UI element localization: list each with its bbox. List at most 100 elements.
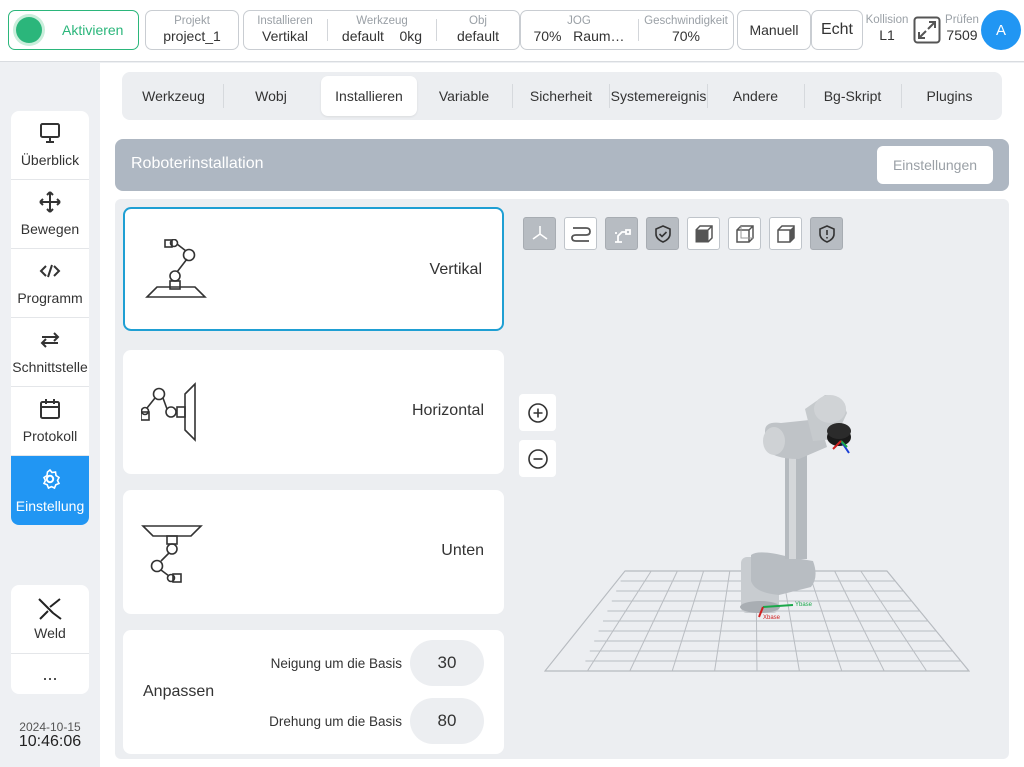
zoom-in-icon [527, 402, 548, 423]
tab-other[interactable]: Andere [708, 76, 803, 116]
mount-option-horizontal[interactable]: Horizontal [123, 350, 504, 474]
tool-value: default 0kg [328, 28, 436, 44]
avatar[interactable]: A [981, 10, 1021, 50]
sidebar-item-label: Schnittstelle [12, 359, 88, 375]
rotation-input[interactable]: 80 [410, 698, 484, 744]
sidebar-item-weld[interactable]: Weld [11, 585, 89, 654]
settings-button[interactable]: Einstellungen [877, 146, 993, 184]
jog-speed-box[interactable]: JOG 70% Raum… Geschwindigkeit 70% [520, 10, 734, 50]
sidebar-item-interface[interactable]: Schnittstelle [11, 318, 89, 387]
cube-side-icon [776, 224, 795, 243]
install-key: Installieren [257, 15, 313, 27]
gear-icon [42, 468, 61, 489]
install-tool-obj-box[interactable]: Installieren Vertikal Werkzeug default 0… [243, 10, 520, 50]
sidebar-item-overview[interactable]: Überblick [11, 111, 89, 180]
speed-key: Geschwindigkeit [644, 15, 728, 27]
speed-value: 70% [671, 28, 701, 44]
mount-option-label: Unten [441, 542, 484, 559]
tab-variable[interactable]: Variable [418, 76, 510, 116]
sidebar-item-settings[interactable]: Einstellung [11, 456, 89, 525]
code-icon [39, 264, 61, 278]
install-header: Roboterinstallation Einstellungen [115, 139, 1009, 191]
sidebar-item-label: Überblick [20, 152, 80, 168]
move-icon [39, 191, 61, 213]
check-key: Prüfen [945, 14, 979, 26]
tab-system-event[interactable]: Systemereignis [610, 76, 707, 116]
view-path-button[interactable] [564, 217, 597, 250]
rotation-row: Drehung um die Basis 80 [269, 698, 484, 744]
view-alert-button[interactable] [810, 217, 843, 250]
axes-icon [532, 225, 547, 240]
view-axes-button[interactable] [523, 217, 556, 250]
sidebar-nav: Überblick Bewegen Programm Schnittstelle… [11, 111, 89, 525]
tab-wobj[interactable]: Wobj [225, 76, 317, 116]
zoom-out-icon [527, 448, 548, 469]
project-box[interactable]: Projekt project_1 [145, 10, 239, 50]
obj-value: default [456, 28, 500, 44]
robot-horizontal-icon [141, 382, 196, 442]
install-title: Roboterinstallation [131, 155, 264, 172]
manual-button[interactable]: Manuell [737, 10, 811, 50]
sidebar-extra: Weld ... [11, 585, 89, 694]
install-value: Vertikal [262, 28, 308, 44]
zoom-in-button[interactable] [519, 394, 556, 431]
check-value: 7509 [946, 27, 978, 43]
mount-option-bottom[interactable]: Unten [123, 490, 504, 614]
sidebar-item-move[interactable]: Bewegen [11, 180, 89, 249]
jog-value: 70% Raum… [521, 28, 637, 44]
sidebar-item-label: Protokoll [22, 428, 78, 444]
zoom-out-button[interactable] [519, 440, 556, 477]
settings-tabs: Werkzeug Wobj Installieren Variable Sich… [122, 72, 1002, 120]
shield-alert-icon [818, 224, 835, 243]
path-icon [570, 226, 591, 242]
collision-indicator[interactable]: Kollision L1 [864, 14, 910, 52]
project-value: project_1 [163, 28, 221, 44]
view-robot-button[interactable] [605, 217, 638, 250]
tool-name: default [341, 28, 384, 44]
sidebar-item-log[interactable]: Protokoll [11, 387, 89, 456]
adjust-card: Anpassen Neigung um die Basis 30 Drehung… [123, 630, 504, 754]
time-text: 10:46:06 [18, 733, 82, 750]
mount-option-vertical[interactable]: Vertikal [123, 207, 504, 331]
check-indicator[interactable]: Prüfen 7509 [944, 14, 980, 52]
robot-3d-viewer[interactable]: Xbase Ybase [513, 209, 1000, 754]
tool-mass: 0kg [399, 28, 423, 44]
rotation-label: Drehung um die Basis [269, 713, 402, 729]
activate-button[interactable]: Aktivieren [8, 10, 139, 50]
weld-torch-icon [38, 598, 62, 620]
monitor-icon [40, 123, 60, 143]
install-content: Vertikal Horizontal Unten Anpassen Neigu… [115, 199, 1009, 759]
tilt-input[interactable]: 30 [410, 640, 484, 686]
tab-safety[interactable]: Sicherheit [514, 76, 608, 116]
date-text: 2024-10-15 [19, 720, 81, 734]
view-iso-button[interactable] [728, 217, 761, 250]
robot-bottom-icon [141, 525, 203, 583]
real-button[interactable]: Echt [811, 10, 863, 50]
tab-tool[interactable]: Werkzeug [126, 76, 221, 116]
tab-plugins[interactable]: Plugins [902, 76, 997, 116]
more-button[interactable]: ... [11, 654, 89, 694]
obj-key: Obj [469, 15, 487, 27]
calendar-icon [40, 399, 60, 419]
tab-install[interactable]: Installieren [321, 76, 417, 116]
x-axis-label: Xbase [763, 615, 781, 621]
collision-key: Kollision [865, 14, 909, 26]
y-axis-label: Ybase [795, 602, 813, 608]
view-front-button[interactable] [687, 217, 720, 250]
sidebar-item-program[interactable]: Programm [11, 249, 89, 318]
main-panel: Werkzeug Wobj Installieren Variable Sich… [100, 63, 1024, 767]
tab-bg-script[interactable]: Bg-Skript [805, 76, 900, 116]
tilt-row: Neigung um die Basis 30 [271, 640, 484, 686]
tilt-label: Neigung um die Basis [270, 655, 402, 671]
expand-icon[interactable] [913, 16, 941, 44]
collision-value: L1 [879, 27, 895, 43]
activate-label: Aktivieren [62, 22, 124, 38]
status-dot-icon [16, 17, 42, 43]
cube-iso-icon [735, 224, 754, 243]
jog-percent: 70% [533, 28, 562, 44]
robot-icon [614, 228, 631, 243]
view-side-button[interactable] [769, 217, 802, 250]
view-safety-button[interactable] [646, 217, 679, 250]
robot-vertical-icon [145, 239, 207, 298]
robot-scene: Xbase Ybase [543, 395, 971, 672]
